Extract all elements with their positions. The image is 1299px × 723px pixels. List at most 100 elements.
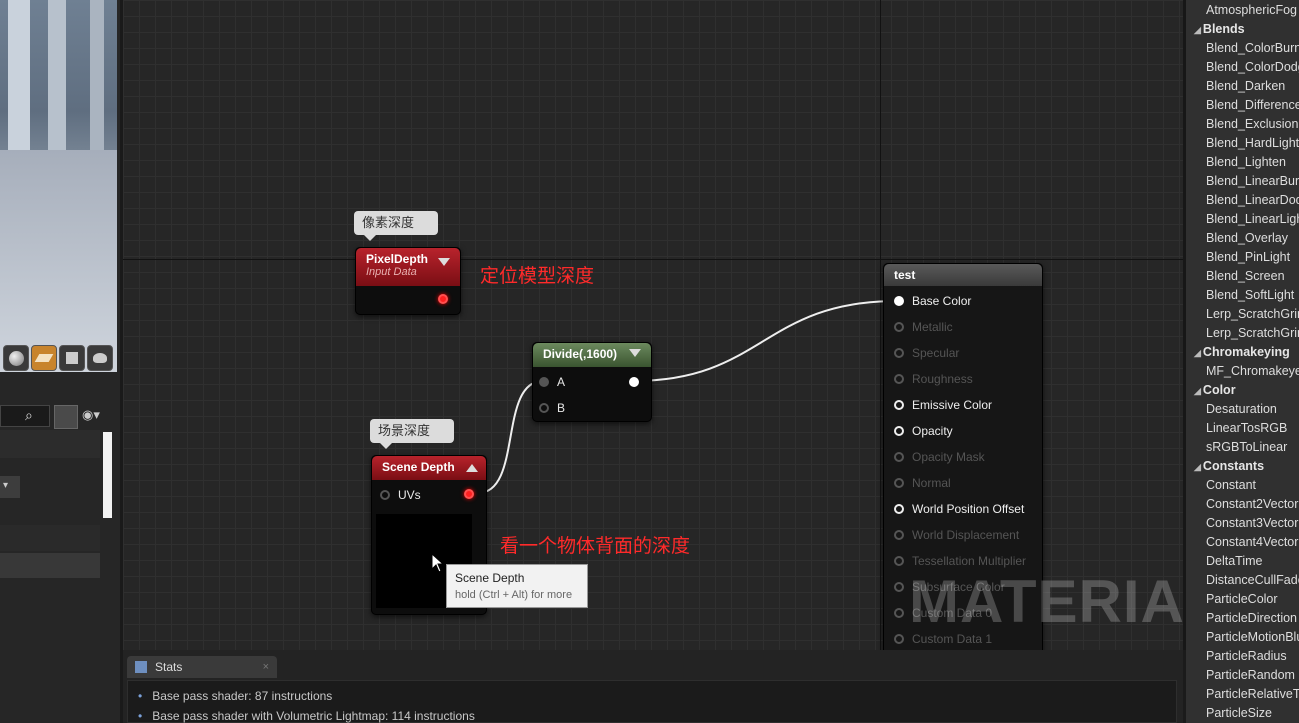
wire-divide-to-base-color[interactable] xyxy=(632,300,898,382)
pin-row-uvs[interactable]: UVs xyxy=(380,484,421,506)
palette-item[interactable]: Blend_LinearBurn xyxy=(1206,174,1299,188)
material-pin-row[interactable]: Metallic xyxy=(894,314,953,340)
material-pin-row[interactable]: Opacity xyxy=(894,418,953,444)
preview-sphere-button[interactable] xyxy=(3,345,29,371)
stats-icon xyxy=(135,661,147,673)
material-pin-row[interactable]: Specular xyxy=(894,340,959,366)
material-pin-row[interactable]: World Position Offset xyxy=(894,496,1024,522)
palette-item[interactable]: Blend_Screen xyxy=(1206,269,1285,283)
material-pin-row[interactable]: Normal xyxy=(894,470,951,496)
palette-item[interactable]: DeltaTime xyxy=(1206,554,1263,568)
palette-item[interactable]: Blend_PinLight xyxy=(1206,250,1290,264)
palette-item[interactable]: DistanceCullFade xyxy=(1206,573,1299,587)
tab-stats[interactable]: Stats × xyxy=(127,656,277,678)
palette-item[interactable]: Desaturation xyxy=(1206,402,1277,416)
pixel-depth-node[interactable]: PixelDepth Input Data xyxy=(355,247,461,315)
input-pin[interactable] xyxy=(894,478,904,488)
palette-category[interactable]: Constants xyxy=(1194,459,1264,473)
comment-bubble-scene-depth[interactable]: 场景深度 xyxy=(370,419,454,449)
material-pin-row[interactable]: World Displacement xyxy=(894,522,1019,548)
preview-viewport[interactable] xyxy=(0,0,117,372)
material-pin-row[interactable]: Opacity Mask xyxy=(894,444,985,470)
divide-node[interactable]: Divide(,1600) A B xyxy=(532,342,652,422)
eye-icon[interactable]: ◉▾ xyxy=(82,407,100,423)
input-pin[interactable] xyxy=(894,556,904,566)
input-pin[interactable] xyxy=(894,452,904,462)
palette-item[interactable]: Constant4Vector xyxy=(1206,535,1298,549)
pin-label: B xyxy=(557,401,566,415)
palette-item[interactable]: LinearTosRGB xyxy=(1206,421,1287,435)
preview-cube-button[interactable] xyxy=(59,345,85,371)
palette-item[interactable]: Constant xyxy=(1206,478,1256,492)
details-row xyxy=(0,525,100,551)
palette-item[interactable]: ParticleSize xyxy=(1206,706,1272,720)
palette-item[interactable]: Blend_ColorDodge xyxy=(1206,60,1299,74)
list-view-icon[interactable] xyxy=(54,405,78,429)
palette-item[interactable]: ParticleRelativeTime xyxy=(1206,687,1299,701)
palette-item[interactable]: AtmosphericFog xyxy=(1206,3,1297,17)
pin-label: Tessellation Multiplier xyxy=(912,554,1027,568)
pin-label: Normal xyxy=(912,476,951,490)
input-pin[interactable] xyxy=(894,296,904,306)
comment-bubble-pixel-depth[interactable]: 像素深度 xyxy=(354,211,438,241)
material-pin-row[interactable]: Roughness xyxy=(894,366,973,392)
output-pin[interactable] xyxy=(464,489,474,499)
input-pin[interactable] xyxy=(894,530,904,540)
preview-plane-button[interactable] xyxy=(31,345,57,371)
output-pin[interactable] xyxy=(438,294,448,304)
input-pin[interactable] xyxy=(894,374,904,384)
node-header: Divide(,1600) xyxy=(533,343,651,367)
palette-item[interactable]: Constant3Vector xyxy=(1206,516,1298,530)
pin-label: Opacity xyxy=(912,424,953,438)
palette-category[interactable]: Blends xyxy=(1194,22,1245,36)
input-pin-b[interactable] xyxy=(539,403,549,413)
palette-item[interactable]: Lerp_ScratchGrime xyxy=(1206,307,1299,321)
input-pin[interactable] xyxy=(894,582,904,592)
input-pin[interactable] xyxy=(894,322,904,332)
node-title: test xyxy=(894,268,916,282)
collapse-arrow-icon[interactable] xyxy=(629,349,641,357)
input-pin[interactable] xyxy=(894,504,904,514)
comment-text: 场景深度 xyxy=(378,423,431,438)
palette-item[interactable]: Lerp_ScratchGrime2 xyxy=(1206,326,1299,340)
palette-item[interactable]: ParticleRandom xyxy=(1206,668,1295,682)
palette-item[interactable]: Blend_LinearDodge xyxy=(1206,193,1299,207)
palette-item[interactable]: ParticleRadius xyxy=(1206,649,1287,663)
input-pin[interactable] xyxy=(894,634,904,644)
pin-row-b[interactable]: B xyxy=(539,397,565,419)
collapse-arrow-icon[interactable] xyxy=(438,258,450,266)
palette-item[interactable]: ParticleMotionBlurFade xyxy=(1206,630,1299,644)
palette-item[interactable]: Blend_Overlay xyxy=(1206,231,1288,245)
preview-teapot-button[interactable] xyxy=(87,345,113,371)
input-pin[interactable] xyxy=(894,426,904,436)
material-graph[interactable]: 像素深度 场景深度 PixelDepth Input Data Divide(,… xyxy=(123,0,1186,650)
palette-item[interactable]: Blend_Exclusion xyxy=(1206,117,1298,131)
pin-row-a[interactable]: A xyxy=(539,371,565,393)
close-icon[interactable]: × xyxy=(263,661,269,673)
material-pin-row[interactable]: Emissive Color xyxy=(894,392,992,418)
palette-item[interactable]: Blend_SoftLight xyxy=(1206,288,1294,302)
palette-category[interactable]: Color xyxy=(1194,383,1236,397)
palette-item[interactable]: Constant2Vector xyxy=(1206,497,1298,511)
palette-item[interactable]: Blend_LinearLight xyxy=(1206,212,1299,226)
expand-arrow-icon[interactable] xyxy=(466,464,478,472)
input-pin[interactable] xyxy=(894,608,904,618)
search-icon: ⌕ xyxy=(25,407,33,423)
input-pin-a[interactable] xyxy=(539,377,549,387)
input-pin[interactable] xyxy=(894,400,904,410)
details-scrollbar[interactable] xyxy=(103,432,112,518)
palette-item[interactable]: Blend_Darken xyxy=(1206,79,1285,93)
palette-category[interactable]: Chromakeying xyxy=(1194,345,1290,359)
output-pin[interactable] xyxy=(629,377,639,387)
palette-item[interactable]: MF_Chromakeyer xyxy=(1206,364,1299,378)
palette-item[interactable]: Blend_Difference xyxy=(1206,98,1299,112)
input-pin-uvs[interactable] xyxy=(380,490,390,500)
palette-item[interactable]: Blend_Lighten xyxy=(1206,155,1286,169)
palette-item[interactable]: Blend_HardLight xyxy=(1206,136,1299,150)
material-pin-row[interactable]: Base Color xyxy=(894,288,971,314)
palette-item[interactable]: ParticleColor xyxy=(1206,592,1278,606)
palette-item[interactable]: sRGBToLinear xyxy=(1206,440,1287,454)
palette-item[interactable]: ParticleDirection xyxy=(1206,611,1297,625)
palette-item[interactable]: Blend_ColorBurn xyxy=(1206,41,1299,55)
input-pin[interactable] xyxy=(894,348,904,358)
